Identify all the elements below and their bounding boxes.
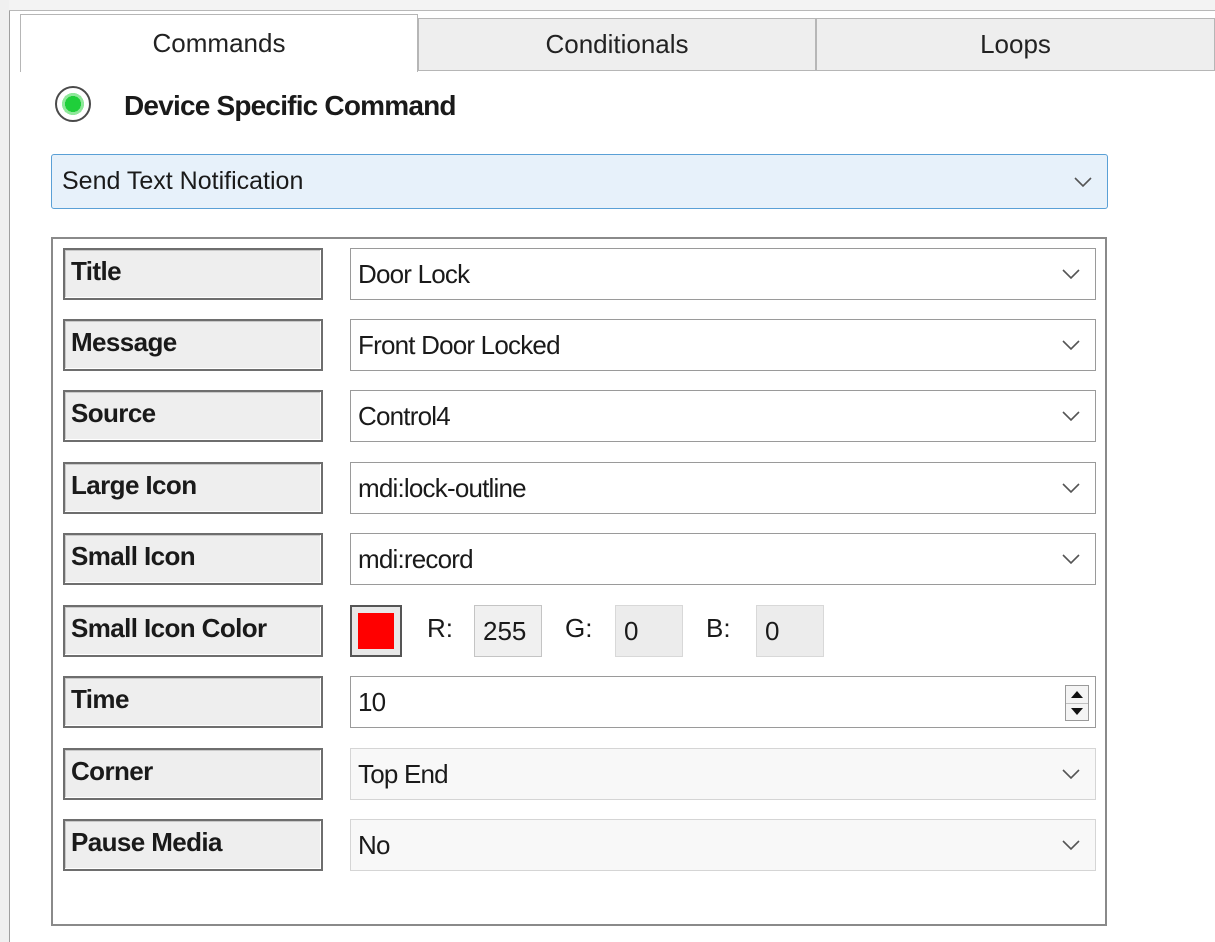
spinner-buttons bbox=[1065, 685, 1089, 721]
command-select[interactable]: Send Text Notification bbox=[51, 154, 1108, 209]
tab-conditionals[interactable]: Conditionals bbox=[418, 18, 816, 70]
small-icon-label: Small Icon bbox=[63, 533, 323, 585]
chevron-down-icon[interactable] bbox=[1073, 176, 1093, 188]
window-left-border bbox=[0, 0, 10, 942]
time-spinner[interactable]: 10 bbox=[350, 676, 1096, 728]
message-value: Front Door Locked bbox=[358, 329, 561, 360]
r-value: 255 bbox=[483, 615, 527, 646]
pause-media-value: No bbox=[358, 829, 390, 860]
large-icon-label: Large Icon bbox=[63, 462, 323, 514]
title-label: Title bbox=[63, 248, 323, 300]
small-icon-combo[interactable]: mdi:record bbox=[350, 533, 1096, 585]
time-label: Time bbox=[63, 676, 323, 728]
chevron-down-icon[interactable] bbox=[1061, 553, 1081, 565]
chevron-down-icon[interactable] bbox=[1061, 768, 1081, 780]
chevron-down-icon[interactable] bbox=[1061, 482, 1081, 494]
small-icon-color-label: Small Icon Color bbox=[63, 605, 323, 657]
large-icon-value: mdi:lock-outline bbox=[358, 472, 527, 503]
chevron-down-icon[interactable] bbox=[1061, 339, 1081, 351]
title-combo[interactable]: Door Lock bbox=[350, 248, 1096, 300]
tab-label: Commands bbox=[152, 28, 286, 58]
b-input[interactable]: 0 bbox=[756, 605, 824, 657]
small-icon-value: mdi:record bbox=[358, 543, 474, 574]
spinner-down-icon[interactable] bbox=[1066, 704, 1088, 721]
corner-value: Top End bbox=[358, 758, 449, 789]
tab-label: Conditionals bbox=[545, 29, 689, 59]
pause-media-select[interactable]: No bbox=[350, 819, 1096, 871]
tab-commands[interactable]: Commands bbox=[20, 14, 418, 72]
pause-media-label: Pause Media bbox=[63, 819, 323, 871]
color-picker-button[interactable] bbox=[350, 605, 402, 657]
device-specific-radio-label[interactable]: Device Specific Command bbox=[124, 86, 457, 126]
r-label: R: bbox=[427, 613, 453, 643]
b-label: B: bbox=[706, 613, 731, 643]
corner-select[interactable]: Top End bbox=[350, 748, 1096, 800]
message-combo[interactable]: Front Door Locked bbox=[350, 319, 1096, 371]
tab-loops[interactable]: Loops bbox=[816, 18, 1215, 70]
corner-label: Corner bbox=[63, 748, 323, 800]
r-input[interactable]: 255 bbox=[474, 605, 542, 657]
b-value: 0 bbox=[765, 615, 780, 646]
tab-label: Loops bbox=[980, 29, 1051, 59]
chevron-down-icon[interactable] bbox=[1061, 839, 1081, 851]
command-select-value: Send Text Notification bbox=[62, 167, 304, 195]
large-icon-combo[interactable]: mdi:lock-outline bbox=[350, 462, 1096, 514]
g-label: G: bbox=[565, 613, 593, 643]
source-value: Control4 bbox=[358, 400, 451, 431]
time-value: 10 bbox=[358, 686, 386, 717]
g-input[interactable]: 0 bbox=[615, 605, 683, 657]
title-value: Door Lock bbox=[358, 258, 470, 289]
window-top-border bbox=[9, 0, 1215, 11]
g-value: 0 bbox=[624, 615, 639, 646]
message-label: Message bbox=[63, 319, 323, 371]
chevron-down-icon[interactable] bbox=[1061, 410, 1081, 422]
spinner-up-icon[interactable] bbox=[1066, 686, 1088, 704]
source-label: Source bbox=[63, 390, 323, 442]
chevron-down-icon[interactable] bbox=[1061, 268, 1081, 280]
device-specific-radio[interactable] bbox=[55, 86, 91, 122]
color-swatch bbox=[358, 613, 394, 649]
source-combo[interactable]: Control4 bbox=[350, 390, 1096, 442]
